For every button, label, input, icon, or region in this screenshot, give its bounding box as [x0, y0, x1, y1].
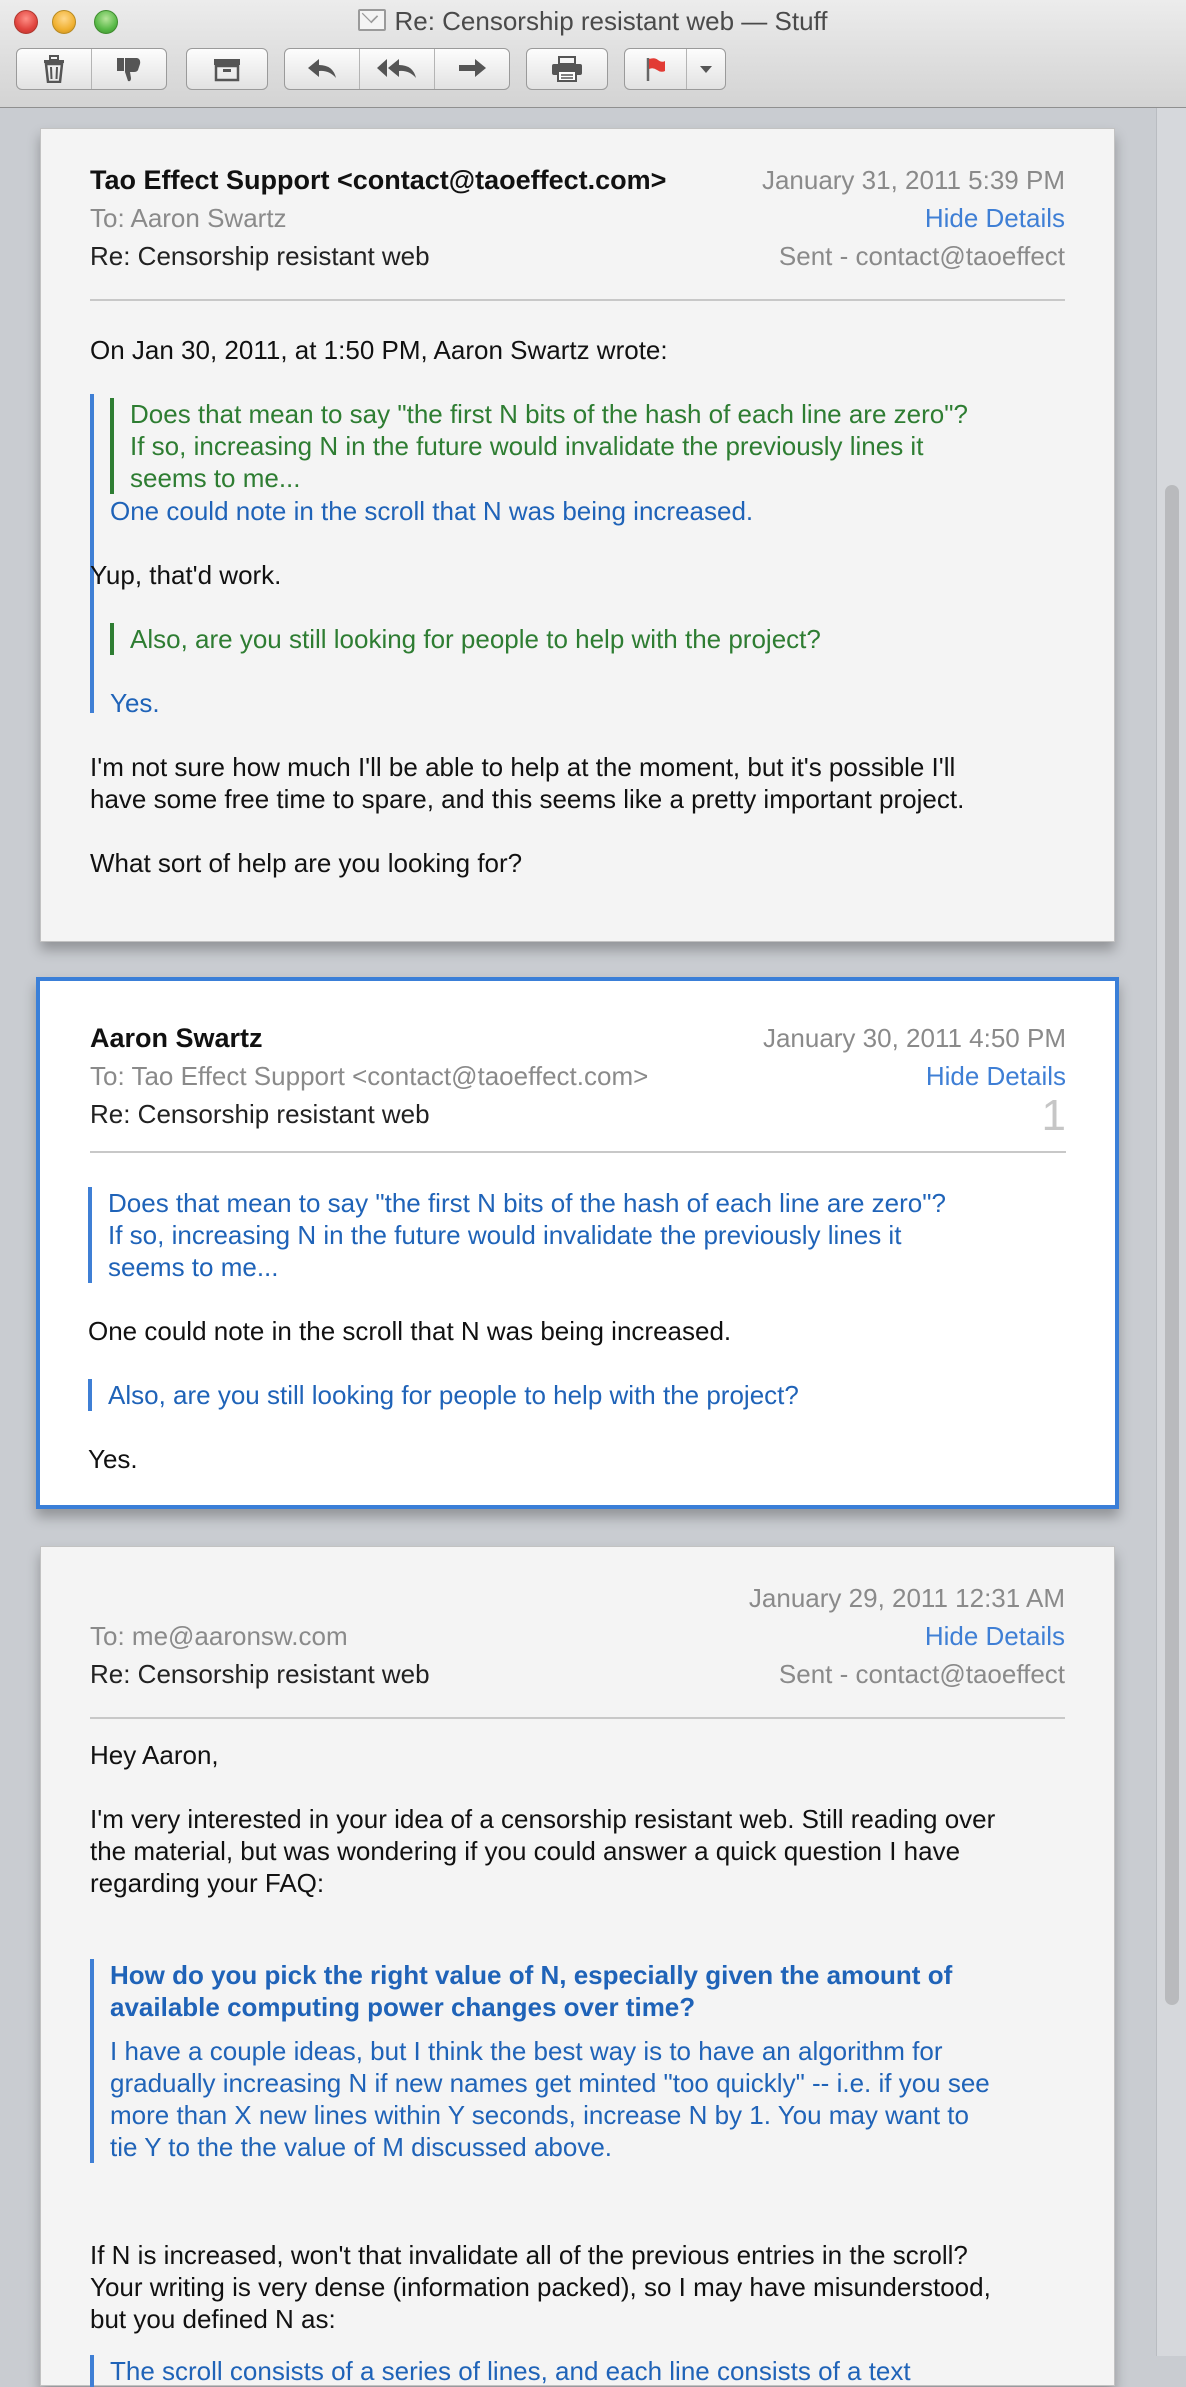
sent-mailbox: Sent - contact@taoeffect [778, 1659, 1065, 1689]
body-text: I'm very interested in your idea of a ce… [90, 1804, 996, 1898]
junk-button[interactable] [92, 49, 166, 89]
nested-quote: Also, are you still looking for people t… [110, 623, 821, 655]
subject: Re: Censorship resistant web [90, 1099, 430, 1129]
forward-button[interactable] [435, 49, 509, 89]
sender: Aaron Swartz [90, 1023, 263, 1053]
hide-details-link[interactable]: Hide Details [925, 203, 1065, 234]
message-body: Hey Aaron, I'm very interested in your i… [90, 1719, 1065, 2387]
date: January 30, 2011 4:50 PM [762, 1023, 1066, 1053]
delete-junk-group [16, 48, 167, 90]
reply-all-icon [377, 59, 416, 78]
recipient: To: Aaron Swartz [90, 203, 287, 233]
body-text: What sort of help are you looking for? [90, 848, 523, 878]
trash-icon [44, 55, 64, 83]
quoted-text: Yes. [110, 688, 160, 718]
quoted-text: Does that mean to say "the first N bits … [88, 1187, 946, 1283]
body-text: Yup, that'd work. [90, 560, 282, 590]
archive-group [186, 48, 268, 90]
message-tao-effect-jan29[interactable]: To: me@aaronsw.com Re: Censorship resist… [40, 1546, 1115, 2387]
recipient: To: me@aaronsw.com [90, 1621, 348, 1651]
body-text: One could note in the scroll that N was … [88, 1316, 732, 1346]
sender: Tao Effect Support <contact@taoeffect.co… [90, 165, 667, 195]
subject: Re: Censorship resistant web [90, 1659, 430, 1689]
greeting: Hey Aaron, [90, 1740, 219, 1770]
archive-button[interactable] [187, 49, 267, 89]
message-count: 1 [1041, 1091, 1066, 1140]
sent-mailbox: Sent - contact@taoeffect [778, 241, 1065, 271]
envelope-icon [358, 9, 387, 31]
reply-button[interactable] [285, 49, 360, 89]
flag-menu-button[interactable] [687, 49, 725, 89]
flag-button[interactable] [625, 49, 687, 89]
message-header: Tao Effect Support <contact@taoeffect.co… [90, 129, 1065, 301]
reply-group [284, 48, 510, 90]
nested-quote: Does that mean to say "the first N bits … [110, 398, 968, 494]
attribution-line: On Jan 30, 2011, at 1:50 PM, Aaron Swart… [90, 335, 668, 365]
quoted-text: Also, are you still looking for people t… [88, 1379, 799, 1411]
date: January 29, 2011 12:31 AM [748, 1583, 1065, 1613]
flag-group [624, 48, 726, 90]
subject: Re: Censorship resistant web [90, 241, 430, 271]
reply-icon [308, 59, 336, 78]
junk-icon [117, 58, 141, 82]
print-button[interactable] [527, 49, 607, 89]
message-tao-effect-jan31[interactable]: Tao Effect Support <contact@taoeffect.co… [40, 128, 1115, 942]
message-body: Does that mean to say "the first N bits … [88, 1153, 1066, 1483]
quote-bar [90, 617, 94, 713]
print-icon [552, 56, 582, 82]
body-text: If N is increased, won't that invalidate… [90, 2240, 991, 2334]
hide-details-link[interactable]: Hide Details [925, 1621, 1065, 1652]
scrollbar-thumb[interactable] [1165, 485, 1179, 2005]
date: January 31, 2011 5:39 PM [761, 165, 1065, 195]
quoted-faq: How do you pick the right value of N, es… [90, 1959, 990, 2163]
message-header: Aaron Swartz To: Tao Effect Support <con… [90, 981, 1066, 1153]
body-text: I'm not sure how much I'll be able to he… [90, 752, 965, 814]
archive-icon [214, 59, 240, 82]
delete-button[interactable] [17, 49, 92, 89]
body-text: Yes. [88, 1444, 138, 1474]
flag-icon [647, 58, 666, 81]
dropdown-arrow-icon [699, 66, 712, 73]
print-group [526, 48, 608, 90]
message-header: To: me@aaronsw.com Re: Censorship resist… [90, 1547, 1065, 1719]
quoted-text: The scroll consists of a series of lines… [90, 2355, 911, 2387]
window-toolbar: Re: Censorship resistant web — Stuff [0, 0, 1186, 108]
forward-icon [459, 59, 486, 77]
recipient: To: Tao Effect Support <contact@taoeffec… [90, 1061, 649, 1091]
hide-details-link[interactable]: Hide Details [926, 1061, 1066, 1092]
reply-all-button[interactable] [360, 49, 435, 89]
window-title: Re: Censorship resistant web — Stuff [0, 6, 1186, 37]
message-body: On Jan 30, 2011, at 1:50 PM, Aaron Swart… [90, 301, 1065, 941]
quoted-text: One could note in the scroll that N was … [110, 496, 754, 526]
message-aaron-swartz-jan30[interactable]: Aaron Swartz To: Tao Effect Support <con… [36, 977, 1119, 1509]
